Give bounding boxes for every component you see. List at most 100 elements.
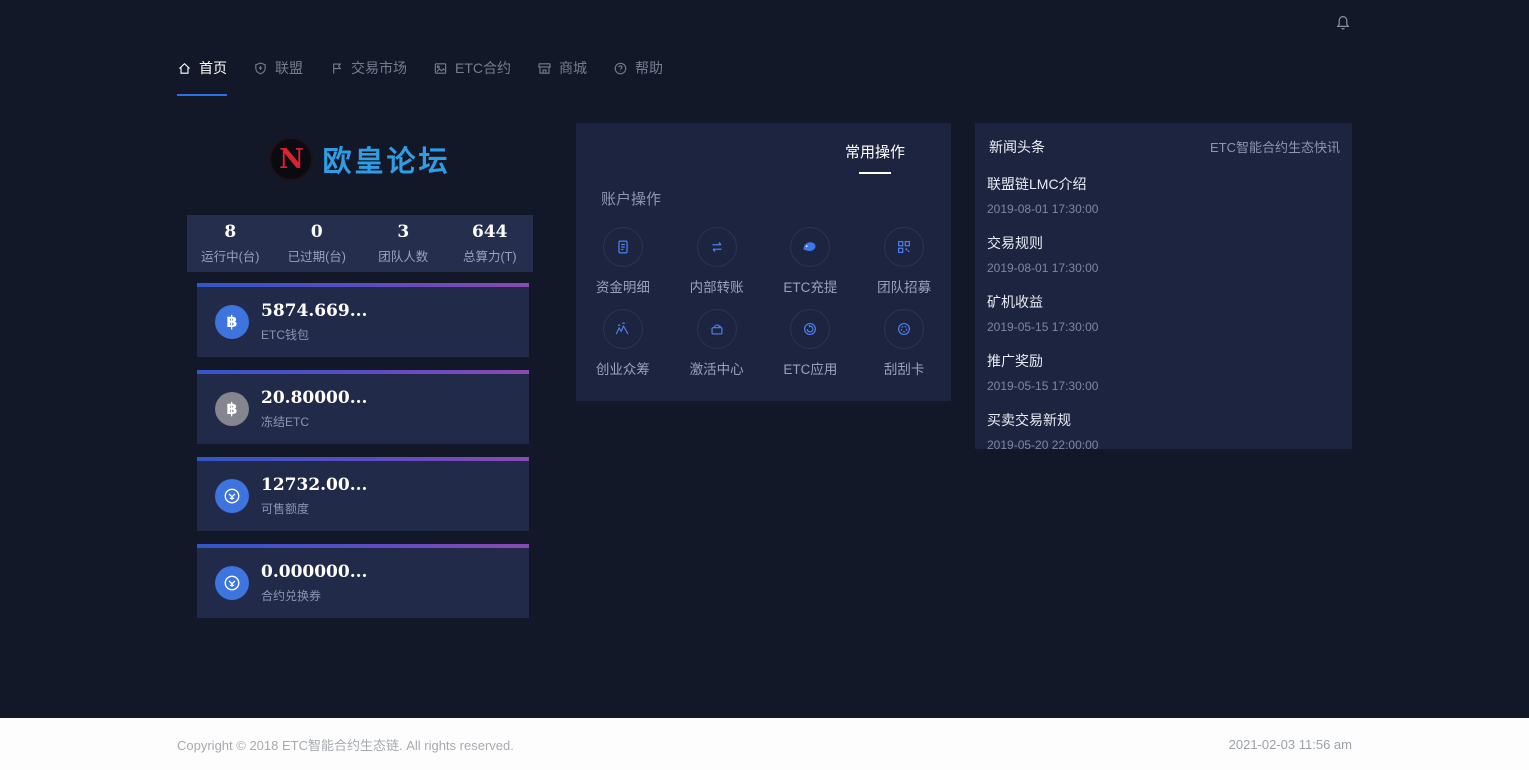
op-label: 资金明细	[596, 276, 650, 296]
stat-label: 团队人数	[360, 246, 447, 265]
nav-tab-label: 联盟	[275, 58, 303, 78]
wallet-card-etc[interactable]: ฿ 5874.669... ETC钱包	[197, 283, 529, 357]
section-account-operations: 账户操作	[601, 188, 951, 209]
copyright-text: Copyright © 2018 ETC智能合约生态链. All rights …	[177, 735, 514, 754]
footer: Copyright © 2018 ETC智能合约生态链. All rights …	[0, 718, 1529, 770]
wallet-card-frozen[interactable]: ฿ 20.80000... 冻结ETC	[197, 370, 529, 444]
news-panel: 新闻头条 ETC智能合约生态快讯 联盟链LMC介绍 2019-08-01 17:…	[975, 123, 1352, 449]
news-panel-title: 新闻头条	[989, 137, 1045, 157]
news-item[interactable]: 买卖交易新规 2019-05-20 22:00:00	[987, 410, 1340, 452]
tab-common-operations[interactable]: 常用操作	[845, 141, 905, 174]
nav-tab-market[interactable]: 交易市场	[329, 58, 407, 96]
op-label: 激活中心	[690, 358, 744, 378]
home-icon	[177, 61, 192, 76]
news-item-time: 2019-08-01 17:30:00	[987, 261, 1340, 275]
op-label: 刮刮卡	[884, 358, 925, 378]
stat-running: 8 运行中(台)	[187, 222, 274, 265]
op-label: 内部转账	[690, 276, 744, 296]
card-label: 可售额度	[261, 500, 367, 517]
logo-text: 欧皇论坛	[322, 138, 450, 180]
notification-bell-icon[interactable]	[1334, 14, 1352, 32]
nav-tab-label: 帮助	[635, 58, 663, 78]
nav-tab-help[interactable]: 帮助	[613, 58, 663, 96]
coin-return-icon	[215, 566, 249, 600]
main-nav: 首页 联盟 交易市场	[177, 58, 1352, 96]
nav-tab-label: 商城	[559, 58, 587, 78]
stat-team-size: 3 团队人数	[360, 222, 447, 265]
stat-expired: 0 已过期(台)	[274, 222, 361, 265]
nav-tab-home[interactable]: 首页	[177, 58, 227, 96]
news-item[interactable]: 推广奖励 2019-05-15 17:30:00	[987, 351, 1340, 393]
crowdfund-icon	[603, 309, 643, 349]
stat-value: 644	[447, 222, 534, 242]
activate-box-icon	[697, 309, 737, 349]
news-item-title: 买卖交易新规	[987, 410, 1340, 430]
transfer-icon	[697, 227, 737, 267]
scratch-card-icon	[884, 309, 924, 349]
stats-bar: 8 运行中(台) 0 已过期(台) 3 团队人数 644 总算力(T)	[187, 215, 533, 272]
operations-grid: 资金明细 内部转账 ETC充提	[576, 227, 951, 378]
card-value: 12732.00...	[261, 475, 367, 495]
op-label: 团队招募	[877, 276, 931, 296]
logo: N 欧皇论坛	[177, 135, 543, 183]
card-value: 0.000000...	[261, 562, 367, 582]
nav-tab-label: ETC合约	[455, 58, 511, 78]
op-crowdfunding[interactable]: 创业众筹	[576, 309, 670, 378]
stat-value: 0	[274, 222, 361, 242]
wallet-card-voucher[interactable]: 0.000000... 合约兑换券	[197, 544, 529, 618]
news-item-time: 2019-05-20 22:00:00	[987, 438, 1340, 452]
card-value: 5874.669...	[261, 301, 367, 321]
news-item[interactable]: 交易规则 2019-08-01 17:30:00	[987, 233, 1340, 275]
whale-icon	[790, 227, 830, 267]
main-content: N 欧皇论坛 8 运行中(台) 0 已过期(台) 3 团队人数 644 总算力(…	[177, 123, 1352, 631]
operations-panel: 常用操作 账户操作 资金明细	[576, 123, 951, 401]
news-item-title: 交易规则	[987, 233, 1340, 253]
card-label: 冻结ETC	[261, 413, 367, 430]
footer-datetime: 2021-02-03 11:56 am	[1229, 737, 1352, 752]
bill-icon	[603, 227, 643, 267]
help-icon	[613, 61, 628, 76]
logo-icon: N	[269, 137, 313, 181]
op-etc-deposit-withdraw[interactable]: ETC充提	[764, 227, 858, 296]
contract-icon	[433, 61, 448, 76]
news-item-title: 矿机收益	[987, 292, 1340, 312]
op-etc-app[interactable]: ETC应用	[764, 309, 858, 378]
qrcode-icon	[884, 227, 924, 267]
flag-icon	[329, 61, 344, 76]
op-team-recruit[interactable]: 团队招募	[857, 227, 951, 296]
coin-return-icon	[215, 479, 249, 513]
stat-label: 总算力(T)	[447, 246, 534, 265]
stat-total-hashrate: 644 总算力(T)	[447, 222, 534, 265]
nav-tab-etc-contract[interactable]: ETC合约	[433, 58, 511, 96]
card-label: 合约兑换券	[261, 587, 367, 604]
news-item[interactable]: 联盟链LMC介绍 2019-08-01 17:30:00	[987, 174, 1340, 216]
left-column: N 欧皇论坛 8 运行中(台) 0 已过期(台) 3 团队人数 644 总算力(…	[177, 123, 543, 631]
op-internal-transfer[interactable]: 内部转账	[670, 227, 764, 296]
nav-tab-alliance[interactable]: 联盟	[253, 58, 303, 96]
stat-value: 8	[187, 222, 274, 242]
news-item[interactable]: 矿机收益 2019-05-15 17:30:00	[987, 292, 1340, 334]
card-value: 20.80000...	[261, 388, 367, 408]
news-item-title: 推广奖励	[987, 351, 1340, 371]
news-item-time: 2019-05-15 17:30:00	[987, 320, 1340, 334]
op-scratch-card[interactable]: 刮刮卡	[857, 309, 951, 378]
nav-tab-mall[interactable]: 商城	[537, 58, 587, 96]
stat-value: 3	[360, 222, 447, 242]
news-item-time: 2019-08-01 17:30:00	[987, 202, 1340, 216]
stat-label: 已过期(台)	[274, 246, 361, 265]
nav-tab-label: 首页	[199, 58, 227, 78]
wallet-card-sellable[interactable]: 12732.00... 可售额度	[197, 457, 529, 531]
store-icon	[537, 61, 552, 76]
wallet-cards: ฿ 5874.669... ETC钱包 ฿ 20.80000... 冻结ETC	[197, 283, 529, 618]
op-label: ETC应用	[783, 358, 837, 378]
logo-initial: N	[279, 146, 304, 173]
stat-label: 运行中(台)	[187, 246, 274, 265]
nav-tab-label: 交易市场	[351, 58, 407, 78]
header: 首页 联盟 交易市场	[177, 0, 1352, 96]
op-activation-center[interactable]: 激活中心	[670, 309, 764, 378]
bitcoin-icon: ฿	[215, 392, 249, 426]
news-panel-subtitle: ETC智能合约生态快讯	[1210, 137, 1340, 156]
op-fund-details[interactable]: 资金明细	[576, 227, 670, 296]
news-item-time: 2019-05-15 17:30:00	[987, 379, 1340, 393]
card-label: ETC钱包	[261, 326, 367, 343]
